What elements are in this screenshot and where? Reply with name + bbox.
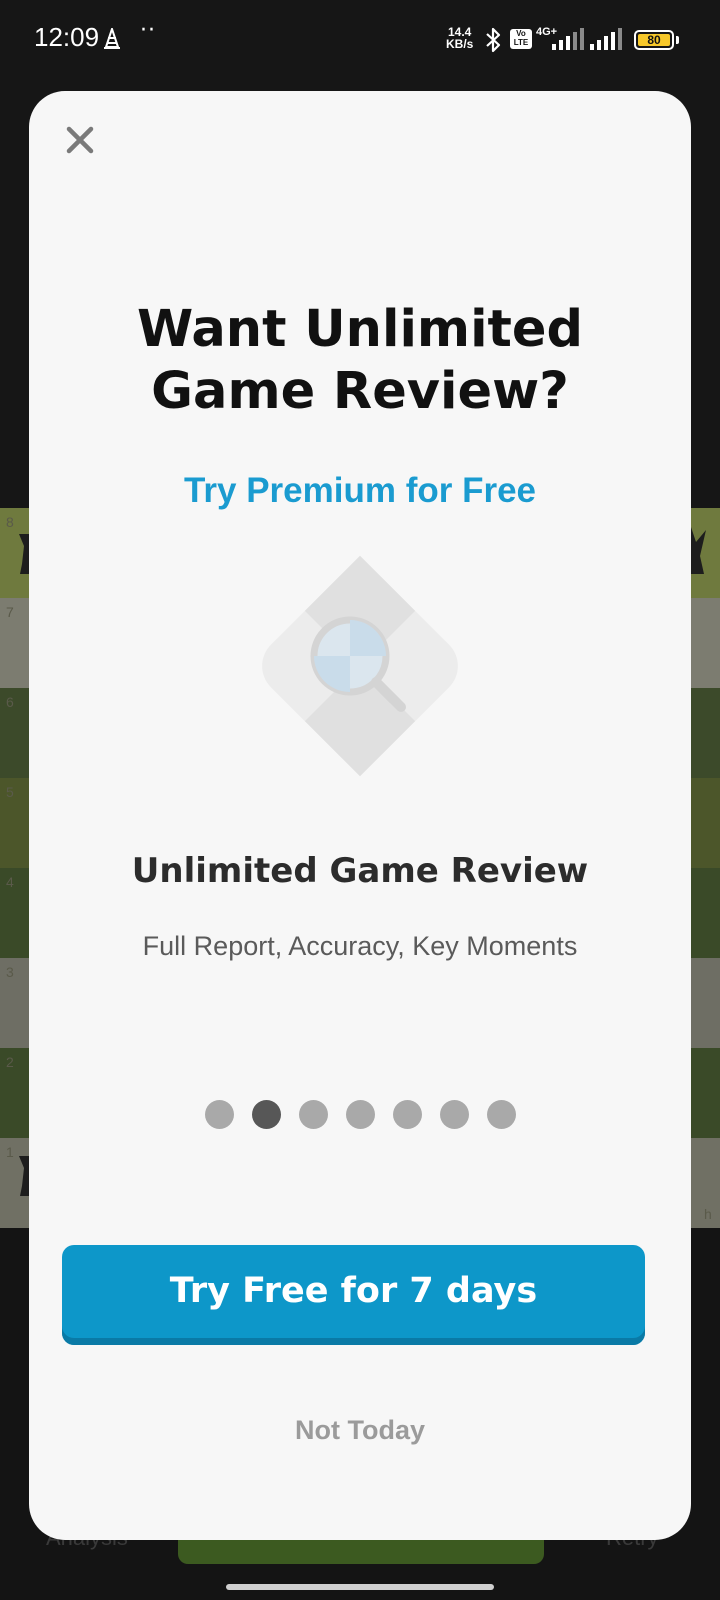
game-review-magnifier-icon <box>262 555 458 777</box>
gesture-navigation-handle[interactable] <box>226 1584 494 1590</box>
bluetooth-icon <box>486 27 501 53</box>
modal-title: Want Unlimited Game Review? <box>136 300 584 421</box>
pager-dot[interactable] <box>204 1100 234 1129</box>
pager-dot[interactable] <box>345 1100 375 1129</box>
rank-label: 3 <box>6 964 14 980</box>
battery-tip <box>676 36 679 44</box>
feature-description: Full Report, Accuracy, Key Moments <box>142 931 578 961</box>
volte-badge: Vo LTE <box>510 29 532 49</box>
rank-label: 4 <box>6 874 14 890</box>
signal-strength-icon <box>552 28 584 50</box>
volte-label-top: Vo <box>516 29 526 38</box>
more-notifications-indicator: ·· <box>140 18 156 43</box>
premium-upsell-modal: Want Unlimited Game Review? Try Premium … <box>29 91 691 1540</box>
pager-dot[interactable] <box>298 1100 328 1129</box>
network-speed: 14.4 KB/s <box>446 26 473 50</box>
not-today-button[interactable]: Not Today <box>29 1415 691 1446</box>
try-free-button[interactable]: Try Free for 7 days <box>62 1245 645 1345</box>
network-speed-unit: KB/s <box>446 37 474 51</box>
feature-title: Unlimited Game Review <box>131 851 589 891</box>
volte-label-bottom: LTE <box>513 38 529 47</box>
close-button[interactable] <box>57 117 103 163</box>
battery-icon: 80 <box>634 30 674 50</box>
carousel-pager <box>29 1100 691 1130</box>
pager-dot-active[interactable] <box>251 1100 281 1129</box>
rank-label: 7 <box>6 604 14 620</box>
modal-subtitle: Try Premium for Free <box>183 471 537 510</box>
close-icon <box>66 126 94 154</box>
status-time: 12:09 <box>34 22 100 52</box>
pager-dot[interactable] <box>486 1100 516 1129</box>
status-bar: 12:09 ·· 14.4 KB/s Vo LTE 4G+ 80 <box>0 0 720 80</box>
rank-label: 2 <box>6 1054 14 1070</box>
battery-level: 80 <box>638 34 670 46</box>
pager-dot[interactable] <box>439 1100 469 1129</box>
try-free-button-label: Try Free for 7 days <box>169 1271 538 1311</box>
screen: 8 7 6 5 4 3 2 1 h Ana <box>0 0 720 1600</box>
rank-label: 6 <box>6 694 14 710</box>
signal-strength-icon <box>590 28 622 50</box>
file-label: h <box>704 1206 712 1222</box>
rank-label: 5 <box>6 784 14 800</box>
caution-cone-icon <box>104 28 120 49</box>
pager-dot[interactable] <box>392 1100 422 1129</box>
